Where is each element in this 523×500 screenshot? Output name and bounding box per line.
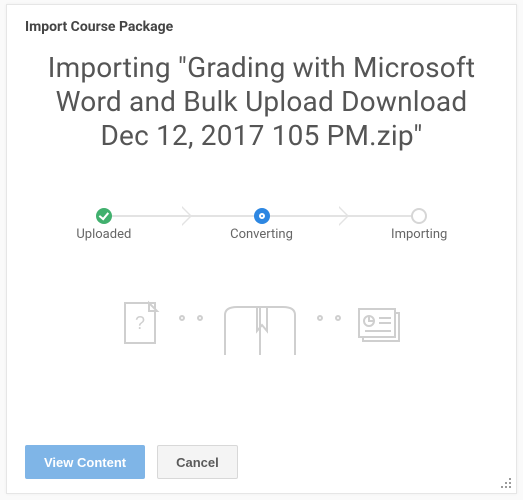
- dialog-body: Importing "Grading with Microsoft Word a…: [7, 41, 516, 433]
- step-label: Importing: [340, 227, 498, 242]
- illustration: ?: [25, 287, 498, 355]
- dialog-content: Importing "Grading with Microsoft Word a…: [25, 47, 498, 433]
- progress-steps: Uploaded Converting: [25, 207, 498, 249]
- importing-heading: Importing "Grading with Microsoft Word a…: [25, 47, 498, 153]
- import-course-dialog: Import Course Package Importing "Grading…: [6, 4, 517, 494]
- dialog-footer: View Content Cancel: [7, 433, 516, 493]
- pending-dot-icon: [411, 208, 427, 224]
- book-icon: [215, 301, 305, 355]
- svg-text:?: ?: [134, 313, 144, 333]
- step-importing: Importing: [340, 207, 498, 249]
- view-content-button[interactable]: View Content: [25, 445, 145, 479]
- cancel-button[interactable]: Cancel: [157, 445, 238, 479]
- progress-dot-icon: [254, 208, 270, 224]
- question-page-icon: ?: [119, 299, 167, 355]
- step-label: Converting: [183, 227, 341, 242]
- step-converting: Converting: [183, 207, 341, 249]
- step-uploaded: Uploaded: [25, 207, 183, 249]
- resize-grip-icon[interactable]: [498, 475, 512, 489]
- connector-dot-icon: [335, 315, 341, 321]
- check-circle-icon: [96, 208, 112, 224]
- dialog-header: Import Course Package: [7, 5, 516, 41]
- connector-dot-icon: [317, 315, 323, 321]
- dialog-title: Import Course Package: [25, 19, 498, 35]
- dialog-scroll-area[interactable]: Importing "Grading with Microsoft Word a…: [25, 47, 506, 433]
- presentation-icon: [353, 305, 405, 355]
- step-label: Uploaded: [25, 227, 183, 242]
- connector-dot-icon: [179, 315, 185, 321]
- connector-dot-icon: [197, 315, 203, 321]
